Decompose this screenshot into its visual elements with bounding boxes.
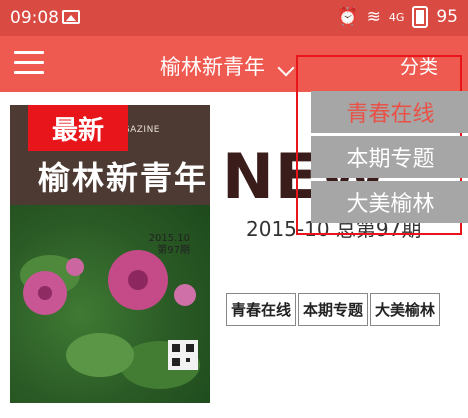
flower [174,284,196,306]
alarm-icon: ⏰ [337,7,359,27]
dropdown-item-beautiful-yulin[interactable]: 大美榆林 [311,181,468,223]
wifi-icon: ≋ [366,7,381,27]
category-dropdown: 青春在线 本期专题 大美榆林 [311,91,468,226]
cover-title: 榆林新青年 [38,159,209,197]
flower-center [38,286,52,300]
flower-center [128,270,148,290]
dropdown-item-feature[interactable]: 本期专题 [311,136,468,178]
battery-icon [412,6,429,28]
latest-badge: 最新 [28,105,128,151]
status-time: 09:08 [10,8,59,28]
tab-beautiful-yulin[interactable]: 大美榆林 [370,293,441,326]
page-title: 榆林新青年 [160,55,265,79]
tab-youth-online[interactable]: 青春在线 [226,293,297,326]
chevron-down-icon[interactable] [277,59,295,77]
battery-level: 95 [436,7,458,27]
status-bar: 09:08 ⏰ ≋ 4G 95 [0,0,468,36]
cover-date: 2015.10 第97期 [148,233,190,256]
status-icons: ⏰ ≋ 4G 95 [337,6,458,28]
flower [66,258,84,276]
signal-icon: 4G [388,10,405,24]
image-icon [62,10,80,24]
leaf [66,333,134,377]
section-tabs: 青春在线 本期专题 大美榆林 [226,293,442,326]
tab-feature[interactable]: 本期专题 [298,293,369,326]
dropdown-item-youth-online[interactable]: 青春在线 [311,91,468,133]
menu-icon[interactable] [14,51,44,75]
